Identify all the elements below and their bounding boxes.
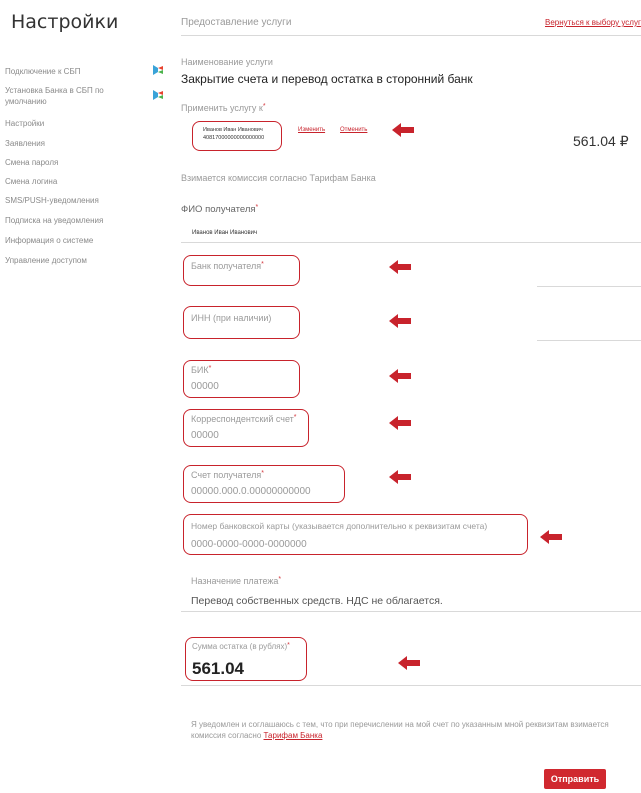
bik-placeholder: 00000 [191,381,219,392]
account-balance: 561.04 ₽ [573,133,629,149]
arrow-left-icon [389,416,411,430]
apply-service-label-text: Применить услугу к [181,103,263,113]
sidebar-item-system-info[interactable]: Информация о системе [5,235,125,246]
recipient-account-label: Счет получателя* [191,470,264,480]
balance-amount-label: Сумма остатка (в рублях)* [192,642,290,651]
fio-underline [181,242,641,243]
arrow-left-icon [389,369,411,383]
commission-note: Взимается комиссия согласно Тарифам Банк… [181,173,376,183]
arrow-left-icon [389,260,411,274]
arrow-left-icon [398,656,420,670]
change-account-link[interactable]: Изменить [298,127,325,133]
agreement-text-body: Я уведомлен и соглашаюсь с тем, что при … [191,720,609,740]
recipient-bank-field[interactable]: Банк получателя* [183,255,300,286]
recipient-account-field[interactable]: Счет получателя* 00000.000.0.00000000000 [183,465,345,503]
payment-purpose-label: Назначение платежа* [191,576,282,586]
recipient-bank-label-text: Банк получателя [191,261,262,271]
sidebar-item-notifications[interactable]: SMS/PUSH-уведомления [5,195,125,206]
card-number-label: Номер банковской карты (указывается допо… [191,521,488,531]
inn-field[interactable]: ИНН (при наличии) [183,306,300,339]
sidebar-item-subscriptions[interactable]: Подписка на уведомления [5,215,125,226]
sidebar-item-settings[interactable]: Настройки [5,118,125,129]
tariffs-link[interactable]: Тарифам Банка [264,731,323,740]
correspondent-account-label-text: Корреспондентский счет [191,414,294,424]
arrow-left-icon [392,123,414,137]
correspondent-account-field[interactable]: Корреспондентский счет* 00000 [183,409,309,447]
arrow-left-icon [389,314,411,328]
fio-value[interactable]: Иванов Иван Иванович [192,230,257,236]
service-name-label: Наименование услуги [181,57,273,67]
sidebar-item-statements[interactable]: Заявления [5,138,125,149]
sbp-icon [153,90,163,100]
sidebar-title: Настройки [11,11,119,33]
account-owner: Иванов Иван Иванович [203,127,263,133]
bik-label-text: БИК [191,365,209,375]
card-number-field[interactable]: Номер банковской карты (указывается допо… [183,514,528,555]
balance-amount-field[interactable]: Сумма остатка (в рублях)* 561.04 [185,637,307,681]
correspondent-account-label: Корреспондентский счет* [191,414,297,424]
fio-label-text: ФИО получателя [181,204,256,215]
amount-underline [181,685,641,686]
recipient-account-label-text: Счет получателя [191,470,262,480]
balance-amount-label-text: Сумма остатка (в рублях) [192,642,288,651]
card-number-placeholder: 0000-0000-0000-0000000 [191,539,307,550]
payment-purpose-label-text: Назначение платежа [191,576,279,586]
bik-label: БИК* [191,365,212,375]
purpose-underline [181,611,641,612]
service-name-value: Закрытие счета и перевод остатка в сторо… [181,72,473,86]
back-to-services-link[interactable]: Вернуться к выбору услуг [545,18,641,27]
arrow-left-icon [389,470,411,484]
arrow-left-icon [540,530,562,544]
account-number: 40817000000000000000 [203,135,265,141]
header-divider [181,35,641,36]
balance-amount-value: 561.04 [192,659,244,678]
sidebar-item-sbp-default[interactable]: Установка Банка в СБП по умолчанию [5,85,130,107]
cancel-account-link[interactable]: Отменить [340,127,367,133]
recipient-account-placeholder: 00000.000.0.00000000000 [191,486,311,497]
bank-underline [537,286,641,287]
section-title: Предоставление услуги [181,17,292,28]
correspondent-account-placeholder: 00000 [191,430,219,441]
apply-service-label: Применить услугу к* [181,103,266,113]
sidebar-item-access-control[interactable]: Управление доступом [5,255,125,266]
inn-label: ИНН (при наличии) [191,313,272,323]
bik-field[interactable]: БИК* 00000 [183,360,300,398]
inn-underline [537,340,641,341]
sidebar-item-sbp-connect[interactable]: Подключение к СБП [5,66,125,77]
payment-purpose-value[interactable]: Перевод собственных средств. НДС не обла… [191,595,443,607]
sidebar-item-change-login[interactable]: Смена логина [5,176,125,187]
agreement-text: Я уведомлен и соглашаюсь с тем, что при … [191,719,611,741]
fio-label: ФИО получателя* [181,204,259,215]
account-selector[interactable]: Иванов Иван Иванович 4081700000000000000… [192,121,282,151]
recipient-bank-label: Банк получателя* [191,261,264,271]
sbp-icon [153,65,163,75]
submit-button[interactable]: Отправить [544,769,606,789]
sidebar-item-change-password[interactable]: Смена пароля [5,157,125,168]
